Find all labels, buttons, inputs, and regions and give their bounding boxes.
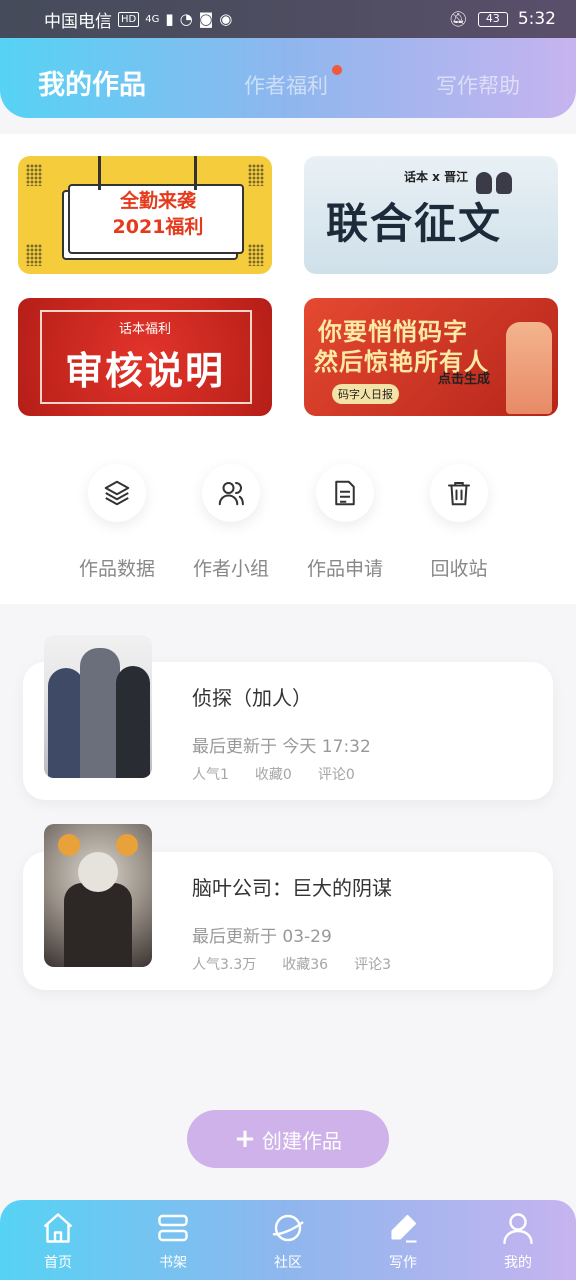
hd-badge: HD <box>118 11 140 27</box>
nav-community[interactable]: 社区 <box>248 1208 328 1272</box>
action-recycle-bin[interactable]: 回收站 <box>402 464 516 581</box>
nav-label: 首页 <box>44 1255 72 1271</box>
decor-dots <box>248 244 264 266</box>
work-comments: 评论0 <box>317 767 355 783</box>
pen-icon <box>391 1214 417 1243</box>
home-icon <box>43 1213 73 1243</box>
nav-label: 书架 <box>159 1255 187 1271</box>
cover-gear <box>116 834 138 856</box>
work-stats: 人气3.3万 收藏36 评论3 <box>192 954 391 974</box>
users-icon <box>218 482 244 506</box>
work-popularity: 人气1 <box>192 767 229 783</box>
action-work-apply[interactable]: 作品申请 <box>288 464 402 581</box>
nav-mine[interactable]: 我的 <box>478 1208 558 1272</box>
tab-writing-help[interactable]: 写作帮助 <box>436 70 520 100</box>
bottom-nav: 首页 书架 社区 写作 我的 <box>0 1200 576 1280</box>
work-updated: 最后更新于 03-29 <box>192 927 332 947</box>
work-popularity: 人气3.3万 <box>192 957 257 973</box>
banner-writing-report[interactable]: 你要悄悄码字 然后惊艳所有人 码字人日报 点击生成 <box>304 298 558 416</box>
status-bar: 中国电信 HD 4G ▮ ◔ ◙ ◉ 🔕︎ 43 5:32 <box>0 0 576 38</box>
tab-author-benefits[interactable]: 作者福利 <box>244 70 328 100</box>
action-icon-wrap <box>88 464 146 522</box>
document-icon <box>335 480 355 506</box>
nav-home[interactable]: 首页 <box>18 1208 98 1272</box>
wifi-icon: ◔ <box>179 10 193 28</box>
bookshelf-icon <box>158 1214 188 1242</box>
banner-line-1: 全勤来袭 <box>119 190 196 212</box>
nav-label: 写作 <box>389 1255 417 1271</box>
cover-figure <box>64 883 132 967</box>
action-label: 作品申请 <box>306 558 383 580</box>
banner-text: 全勤来袭 2021福利 <box>80 188 236 240</box>
work-cover[interactable] <box>44 824 152 967</box>
pin <box>98 156 101 190</box>
quick-actions: 作品数据 作者小组 作品申请 回收站 <box>0 416 576 604</box>
cover-figure <box>116 666 150 778</box>
tab-my-works[interactable]: 我的作品 <box>38 63 146 102</box>
action-author-group[interactable]: 作者小组 <box>174 464 288 581</box>
send-icon: ◉ <box>219 10 233 28</box>
planet-icon <box>272 1214 304 1242</box>
banner-attendance-benefit[interactable]: 全勤来袭 2021福利 <box>18 156 272 274</box>
pin <box>194 156 197 190</box>
header: 我的作品 作者福利 写作帮助 <box>0 38 576 118</box>
nav-label: 社区 <box>274 1255 302 1271</box>
nav-bookshelf[interactable]: 书架 <box>133 1208 213 1272</box>
action-label: 作者小组 <box>192 558 269 580</box>
work-updated: 最后更新于 今天 17:32 <box>192 737 371 757</box>
decor-dots <box>26 164 42 186</box>
network-type: 4G <box>145 13 160 25</box>
work-title: 脑叶公司：巨大的阴谋 <box>192 876 392 900</box>
nav-write[interactable]: 写作 <box>363 1208 443 1272</box>
decor-dots <box>26 244 42 266</box>
mute-bell-icon: 🔕︎ <box>448 10 468 28</box>
user-icon <box>503 1213 533 1245</box>
banner-line-2: 2021福利 <box>112 216 204 238</box>
cover-figure <box>80 648 120 778</box>
action-icon-wrap <box>202 464 260 522</box>
work-stats: 人气1 收藏0 评论0 <box>192 764 355 784</box>
banner-subtitle: 话本福利 <box>118 322 171 337</box>
app-notification-icon: ◙ <box>198 10 214 28</box>
action-icon-wrap <box>316 464 374 522</box>
create-work-button[interactable]: + 创建作品 <box>187 1110 389 1168</box>
cover-figure <box>48 668 84 778</box>
battery-level: 43 <box>485 11 500 25</box>
work-favorites: 收藏0 <box>254 767 292 783</box>
banner-review-guide[interactable]: 话本福利 审核说明 <box>18 298 272 416</box>
clock: 5:32 <box>517 9 556 29</box>
nav-label: 我的 <box>504 1255 532 1271</box>
banner-joint-contest[interactable]: 话本 x 晋江 联合征文 <box>304 156 558 274</box>
work-card[interactable]: 脑叶公司：巨大的阴谋 最后更新于 03-29 人气3.3万 收藏36 评论3 <box>23 824 553 990</box>
action-label: 作品数据 <box>78 558 155 580</box>
banner-cta: 点击生成 <box>438 372 491 387</box>
banner-badge: 码字人日报 <box>332 384 399 404</box>
banner-title: 审核说明 <box>64 349 225 393</box>
fist-illustration <box>506 322 552 414</box>
action-icon-wrap <box>430 464 488 522</box>
action-label: 回收站 <box>430 558 488 580</box>
cover-gear <box>58 834 80 856</box>
plus-icon: + <box>234 1124 256 1154</box>
battery-icon: 43 <box>477 11 508 27</box>
layers-icon <box>104 480 130 506</box>
work-comments: 评论3 <box>354 957 392 973</box>
work-favorites: 收藏36 <box>282 957 329 973</box>
carrier-label: 中国电信 <box>44 11 112 32</box>
cover-face <box>78 852 118 892</box>
work-cover[interactable] <box>44 635 152 778</box>
notification-dot <box>332 65 342 75</box>
trash-icon <box>448 482 470 506</box>
banner-tag: 话本 x 晋江 <box>404 170 469 184</box>
create-work-label: 创建作品 <box>261 1128 342 1153</box>
action-works-data[interactable]: 作品数据 <box>60 464 174 581</box>
work-title: 侦探（加人） <box>192 686 312 710</box>
banner-title: 联合征文 <box>326 199 503 248</box>
work-card[interactable]: 侦探（加人） 最后更新于 今天 17:32 人气1 收藏0 评论0 <box>23 635 553 800</box>
banner-grid: 全勤来袭 2021福利 话本 x 晋江 联合征文 话本福利 审核说明 你要悄悄码… <box>0 134 576 416</box>
decor-dots <box>248 164 264 186</box>
signal-icon: ▮ <box>165 10 174 28</box>
